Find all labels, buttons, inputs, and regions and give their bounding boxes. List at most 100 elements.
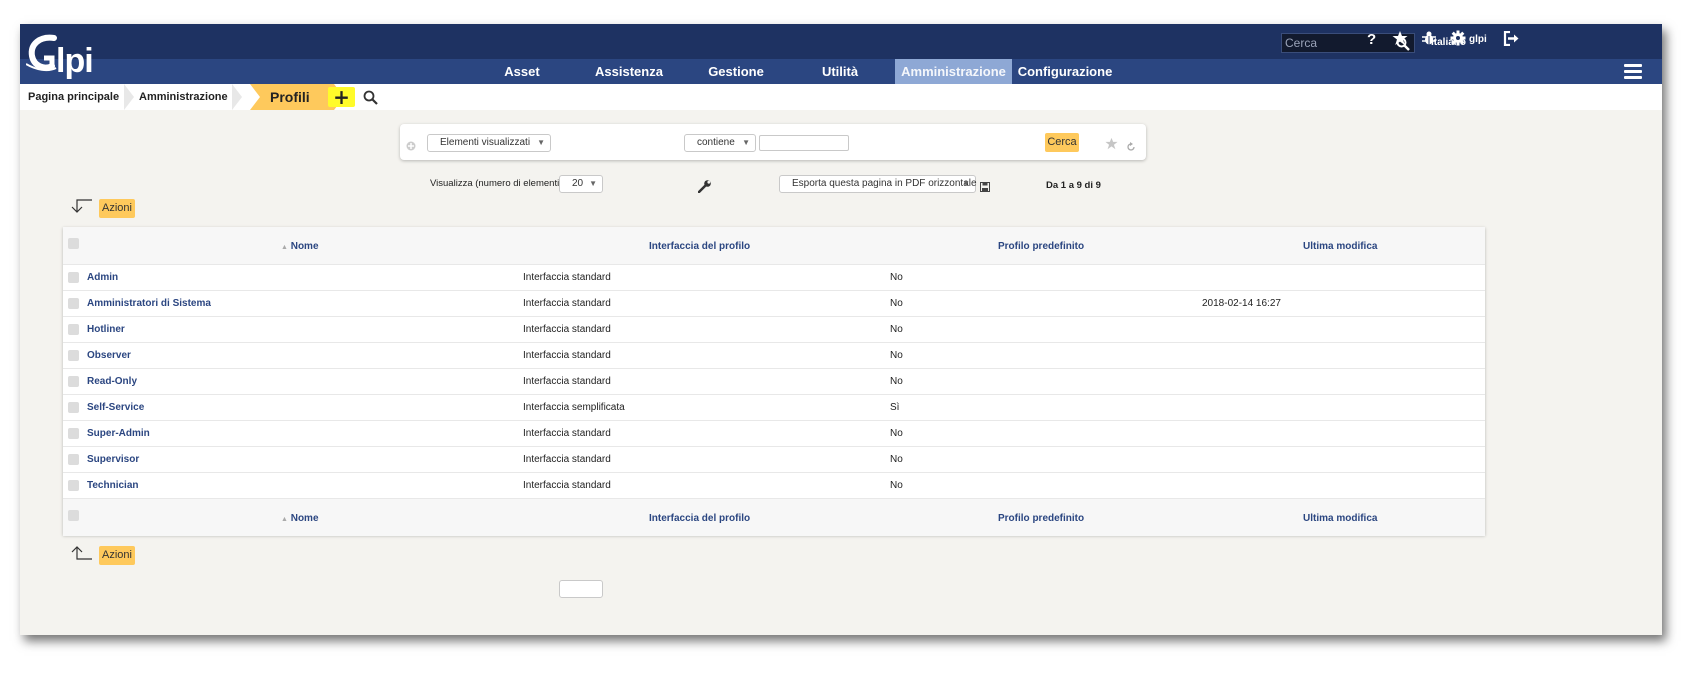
profiles-table: ▲ Nome Interfaccia del profilo Profilo p… (63, 227, 1485, 536)
logo-text: lpi (56, 42, 94, 80)
row-name-link[interactable]: Observer (87, 343, 131, 369)
column-header-nome[interactable]: ▲ Nome (281, 241, 319, 252)
table-row: Supervisor Interfaccia standard No (63, 446, 1485, 473)
pager-info: Da 1 a 9 di 9 (1046, 180, 1101, 191)
save-export-icon[interactable] (980, 177, 990, 196)
reset-search-icon[interactable] (1126, 137, 1136, 156)
column-header-predefinito[interactable]: Profilo predefinito (998, 241, 1084, 252)
column-footer-predefinito[interactable]: Profilo predefinito (998, 513, 1084, 524)
row-interface: Interfaccia standard (523, 350, 611, 361)
add-profile-button[interactable]: + (328, 87, 355, 107)
nav-assistenza[interactable]: Assistenza (588, 59, 670, 84)
row-interface: Interfaccia standard (523, 298, 611, 309)
table-row: Read-Only Interfaccia standard No (63, 368, 1485, 395)
table-header: ▲ Nome Interfaccia del profilo Profilo p… (63, 227, 1485, 264)
row-name-link[interactable]: Admin (87, 265, 118, 291)
breadcrumb-current-label: Profili (270, 89, 310, 105)
glpi-logo[interactable]: lpi (25, 30, 106, 80)
select-all-checkbox[interactable] (68, 510, 79, 521)
row-checkbox[interactable] (68, 402, 79, 413)
breadcrumb-current[interactable]: Profili (250, 84, 344, 110)
chevron-down-icon: ▼ (589, 179, 597, 188)
select-all-checkbox[interactable] (68, 238, 79, 249)
row-checkbox[interactable] (68, 298, 79, 309)
per-page-select-bottom[interactable] (559, 580, 603, 598)
nav-gestione[interactable]: Gestione (698, 59, 774, 84)
search-submit-button[interactable]: Cerca (1045, 133, 1079, 152)
column-header-interfaccia[interactable]: Interfaccia del profilo (649, 241, 750, 252)
add-criterion-icon[interactable] (406, 136, 416, 155)
row-name-link[interactable]: Supervisor (87, 447, 139, 473)
column-footer-ultima-modifica[interactable]: Ultima modifica (1303, 513, 1377, 524)
gear-icon[interactable] (1450, 30, 1466, 51)
star-icon[interactable] (1392, 30, 1408, 51)
row-default: No (890, 376, 903, 387)
column-footer-interfaccia[interactable]: Interfaccia del profilo (649, 513, 750, 524)
row-default: No (890, 454, 903, 465)
column-footer-nome[interactable]: ▲ Nome (281, 513, 319, 524)
breadcrumb-separator (124, 84, 134, 110)
nav-configurazione[interactable]: Configurazione (1015, 59, 1115, 84)
row-default: No (890, 480, 903, 491)
row-last-modified: 2018-02-14 16:27 (1202, 298, 1281, 309)
row-interface: Interfaccia semplificata (523, 402, 625, 413)
row-checkbox[interactable] (68, 428, 79, 439)
row-name-link[interactable]: Technician (87, 473, 139, 499)
table-footer: ▲ Nome Interfaccia del profilo Profilo p… (63, 498, 1485, 536)
row-checkbox[interactable] (68, 480, 79, 491)
actions-button-bottom[interactable]: Azioni (99, 546, 135, 565)
row-checkbox[interactable] (68, 454, 79, 465)
row-interface: Interfaccia standard (523, 454, 611, 465)
breadcrumb-amministrazione[interactable]: Amministrazione (139, 84, 228, 110)
row-name-link[interactable]: Self-Service (87, 395, 144, 421)
row-default: No (890, 272, 903, 283)
bug-icon[interactable] (1421, 30, 1437, 51)
row-checkbox[interactable] (68, 324, 79, 335)
row-default: No (890, 324, 903, 335)
column-header-ultima-modifica[interactable]: Ultima modifica (1303, 241, 1377, 252)
row-interface: Interfaccia standard (523, 480, 611, 491)
hamburger-menu-icon[interactable] (1624, 64, 1642, 80)
help-icon[interactable]: ? (1367, 31, 1376, 48)
row-checkbox[interactable] (68, 376, 79, 387)
table-row: Super-Admin Interfaccia standard No (63, 420, 1485, 447)
breadcrumb-home[interactable]: Pagina principale (28, 84, 119, 110)
row-name-link[interactable]: Amministratori di Sistema (87, 291, 211, 317)
row-interface: Interfaccia standard (523, 428, 611, 439)
table-row: Amministratori di Sistema Interfaccia sta… (63, 290, 1485, 317)
table-row: Hotliner Interfaccia standard No (63, 316, 1485, 343)
nav-amministrazione[interactable]: Amministrazione (895, 59, 1012, 84)
row-name-link[interactable]: Read-Only (87, 369, 137, 395)
table-row: Observer Interfaccia standard No (63, 342, 1485, 369)
breadcrumb: Pagina principale Amministrazione Profil… (20, 84, 1662, 110)
user-menu[interactable]: glpi (1469, 34, 1487, 45)
wrench-icon[interactable] (697, 178, 712, 197)
bookmark-star-icon[interactable] (1105, 135, 1118, 154)
search-value-input[interactable] (759, 135, 849, 151)
top-bar (20, 24, 1662, 59)
row-checkbox[interactable] (68, 350, 79, 361)
arrow-down-left-icon (69, 198, 93, 218)
row-name-link[interactable]: Hotliner (87, 317, 125, 343)
row-interface: Interfaccia standard (523, 376, 611, 387)
row-default: No (890, 428, 903, 439)
chevron-down-icon: ▼ (962, 179, 970, 188)
search-field-select[interactable]: Elementi visualizzati ▼ (427, 134, 551, 152)
actions-button-top[interactable]: Azioni (99, 199, 135, 218)
display-count-label: Visualizza (numero di elementi) (430, 178, 563, 189)
search-criteria-panel: Elementi visualizzati ▼ contiene ▼ Cerca (400, 124, 1146, 160)
search-operator-select[interactable]: contiene ▼ (684, 134, 756, 152)
logout-icon[interactable] (1503, 30, 1519, 51)
row-checkbox[interactable] (68, 272, 79, 283)
search-icon[interactable] (363, 90, 378, 109)
glpi-window: lpi Italiano ? glpi Asset Assistenza Ges… (20, 24, 1662, 635)
nav-asset[interactable]: Asset (492, 59, 552, 84)
row-interface: Interfaccia standard (523, 324, 611, 335)
per-page-select[interactable]: 20 ▼ (559, 175, 603, 193)
export-format-select[interactable]: Esporta questa pagina in PDF orizzontale… (779, 175, 977, 193)
nav-utilita[interactable]: Utilità (810, 59, 870, 84)
row-default: Sì (890, 402, 900, 413)
row-name-link[interactable]: Super-Admin (87, 421, 150, 447)
table-row: Self-Service Interfaccia semplificata Sì (63, 394, 1485, 421)
table-row: Admin Interfaccia standard No (63, 264, 1485, 291)
